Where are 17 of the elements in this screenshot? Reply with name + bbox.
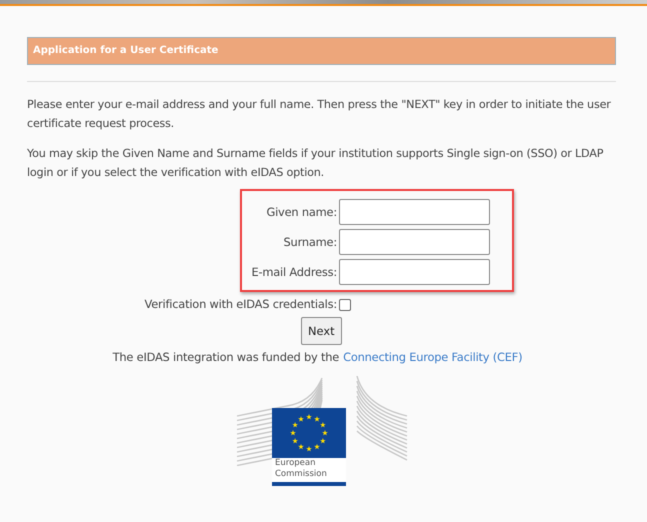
field-label: Surname: <box>282 235 338 249</box>
input-field[interactable] <box>339 199 490 225</box>
field-label: Given name: <box>265 205 338 219</box>
instruction-text: Please enter your e-mail address and your full name. Then press the "NEXT" key in order to initiate the user certificate request process. <box>27 97 612 132</box>
next-button[interactable]: Next <box>301 317 342 345</box>
checkbox[interactable] <box>339 299 351 311</box>
logo-text: Commission <box>274 469 328 480</box>
field-label: E-mail Address: <box>250 265 338 279</box>
eu-flag-icon <box>272 408 346 458</box>
section-header: Application for a User Certificate <box>27 37 616 65</box>
funding-text: The eIDAS integration was funded by the <box>112 350 340 364</box>
field-label: Verification with eIDAS credentials: <box>144 297 338 311</box>
logo-text: European <box>274 458 316 469</box>
instruction-text: You may skip the Given Name and Surname fields if your institution supports Single sign-on (SSO) or LDAP login or if you select the verification with eIDAS option. <box>27 146 604 181</box>
cef-link[interactable]: Connecting Europe Facility (CEF) <box>343 350 522 364</box>
input-field[interactable] <box>339 229 490 255</box>
input-field[interactable] <box>339 259 490 285</box>
